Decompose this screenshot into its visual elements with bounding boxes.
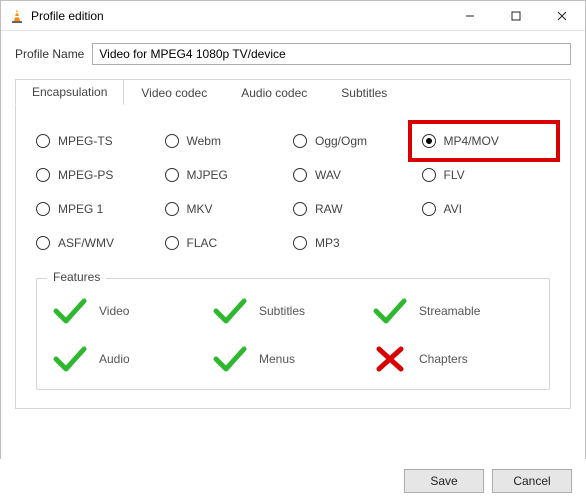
tab-encapsulation[interactable]: Encapsulation — [15, 79, 124, 105]
profile-name-row: Profile Name — [15, 43, 571, 65]
check-icon — [53, 297, 87, 325]
radio-mp4-mov[interactable]: MP4/MOV — [422, 134, 551, 148]
feature-audio: Audio — [53, 345, 213, 373]
radio-icon — [293, 134, 307, 148]
tab-subtitles[interactable]: Subtitles — [324, 80, 404, 106]
features-legend: Features — [47, 270, 106, 284]
radio-icon — [36, 134, 50, 148]
tab-container: Encapsulation Video codec Audio codec Su… — [15, 79, 571, 409]
radio-icon — [293, 236, 307, 250]
window-title: Profile edition — [31, 9, 447, 23]
tab-body-encapsulation: MPEG-TS Webm Ogg/Ogm MP4/MOV MPEG-PS MJP… — [16, 106, 570, 408]
radio-label: MP4/MOV — [444, 134, 499, 148]
close-button[interactable] — [539, 1, 585, 31]
radio-label: MP3 — [315, 236, 340, 250]
radio-label: MPEG-PS — [58, 168, 113, 182]
radio-label: WAV — [315, 168, 341, 182]
feature-chapters: Chapters — [373, 345, 533, 373]
content-area: Profile Name Encapsulation Video codec A… — [1, 31, 585, 409]
radio-label: MPEG-TS — [58, 134, 113, 148]
radio-icon — [36, 236, 50, 250]
tab-strip: Encapsulation Video codec Audio codec Su… — [15, 79, 570, 105]
radio-ogg[interactable]: Ogg/Ogm — [293, 134, 422, 148]
radio-icon — [165, 236, 179, 250]
radio-icon — [165, 202, 179, 216]
radio-wav[interactable]: WAV — [293, 168, 422, 182]
profile-name-label: Profile Name — [15, 47, 84, 61]
encapsulation-radio-grid: MPEG-TS Webm Ogg/Ogm MP4/MOV MPEG-PS MJP… — [36, 134, 550, 250]
feature-label: Subtitles — [259, 304, 305, 318]
radio-icon — [293, 202, 307, 216]
tab-audio-codec[interactable]: Audio codec — [224, 80, 324, 106]
radio-icon — [165, 134, 179, 148]
radio-icon — [165, 168, 179, 182]
radio-icon — [422, 134, 436, 148]
feature-label: Chapters — [419, 352, 468, 366]
radio-label: MPEG 1 — [58, 202, 103, 216]
cross-icon — [373, 345, 407, 373]
radio-mpeg1[interactable]: MPEG 1 — [36, 202, 165, 216]
radio-label: AVI — [444, 202, 462, 216]
radio-label: RAW — [315, 202, 343, 216]
minimize-button[interactable] — [447, 1, 493, 31]
radio-label: Ogg/Ogm — [315, 134, 367, 148]
radio-mp3[interactable]: MP3 — [293, 236, 422, 250]
radio-asf-wmv[interactable]: ASF/WMV — [36, 236, 165, 250]
radio-label: FLV — [444, 168, 465, 182]
maximize-button[interactable] — [493, 1, 539, 31]
feature-subtitles: Subtitles — [213, 297, 373, 325]
radio-label: MJPEG — [187, 168, 228, 182]
radio-flv[interactable]: FLV — [422, 168, 551, 182]
vlc-cone-icon — [9, 8, 25, 24]
tab-video-codec[interactable]: Video codec — [124, 80, 224, 106]
radio-webm[interactable]: Webm — [165, 134, 294, 148]
feature-streamable: Streamable — [373, 297, 533, 325]
titlebar: Profile edition — [1, 1, 585, 31]
feature-menus: Menus — [213, 345, 373, 373]
radio-icon — [422, 168, 436, 182]
radio-icon — [422, 202, 436, 216]
radio-mjpeg[interactable]: MJPEG — [165, 168, 294, 182]
features-grid: Video Subtitles Streamable Audio — [53, 297, 533, 373]
radio-mpeg-ps[interactable]: MPEG-PS — [36, 168, 165, 182]
check-icon — [213, 345, 247, 373]
feature-video: Video — [53, 297, 213, 325]
radio-label: MKV — [187, 202, 213, 216]
radio-icon — [36, 202, 50, 216]
radio-icon — [293, 168, 307, 182]
profile-name-input[interactable] — [92, 43, 571, 65]
save-button[interactable]: Save — [404, 469, 484, 493]
feature-label: Menus — [259, 352, 295, 366]
radio-mkv[interactable]: MKV — [165, 202, 294, 216]
radio-label: Webm — [187, 134, 221, 148]
check-icon — [53, 345, 87, 373]
radio-mpeg-ts[interactable]: MPEG-TS — [36, 134, 165, 148]
dialog-footer: Save Cancel — [0, 459, 586, 503]
features-group: Features Video Subtitles Streamable — [36, 278, 550, 390]
radio-flac[interactable]: FLAC — [165, 236, 294, 250]
radio-raw[interactable]: RAW — [293, 202, 422, 216]
feature-label: Streamable — [419, 304, 480, 318]
radio-label: ASF/WMV — [58, 236, 114, 250]
feature-label: Audio — [99, 352, 130, 366]
check-icon — [213, 297, 247, 325]
check-icon — [373, 297, 407, 325]
radio-avi[interactable]: AVI — [422, 202, 551, 216]
cancel-button[interactable]: Cancel — [492, 469, 572, 493]
radio-icon — [36, 168, 50, 182]
radio-label: FLAC — [187, 236, 218, 250]
feature-label: Video — [99, 304, 129, 318]
